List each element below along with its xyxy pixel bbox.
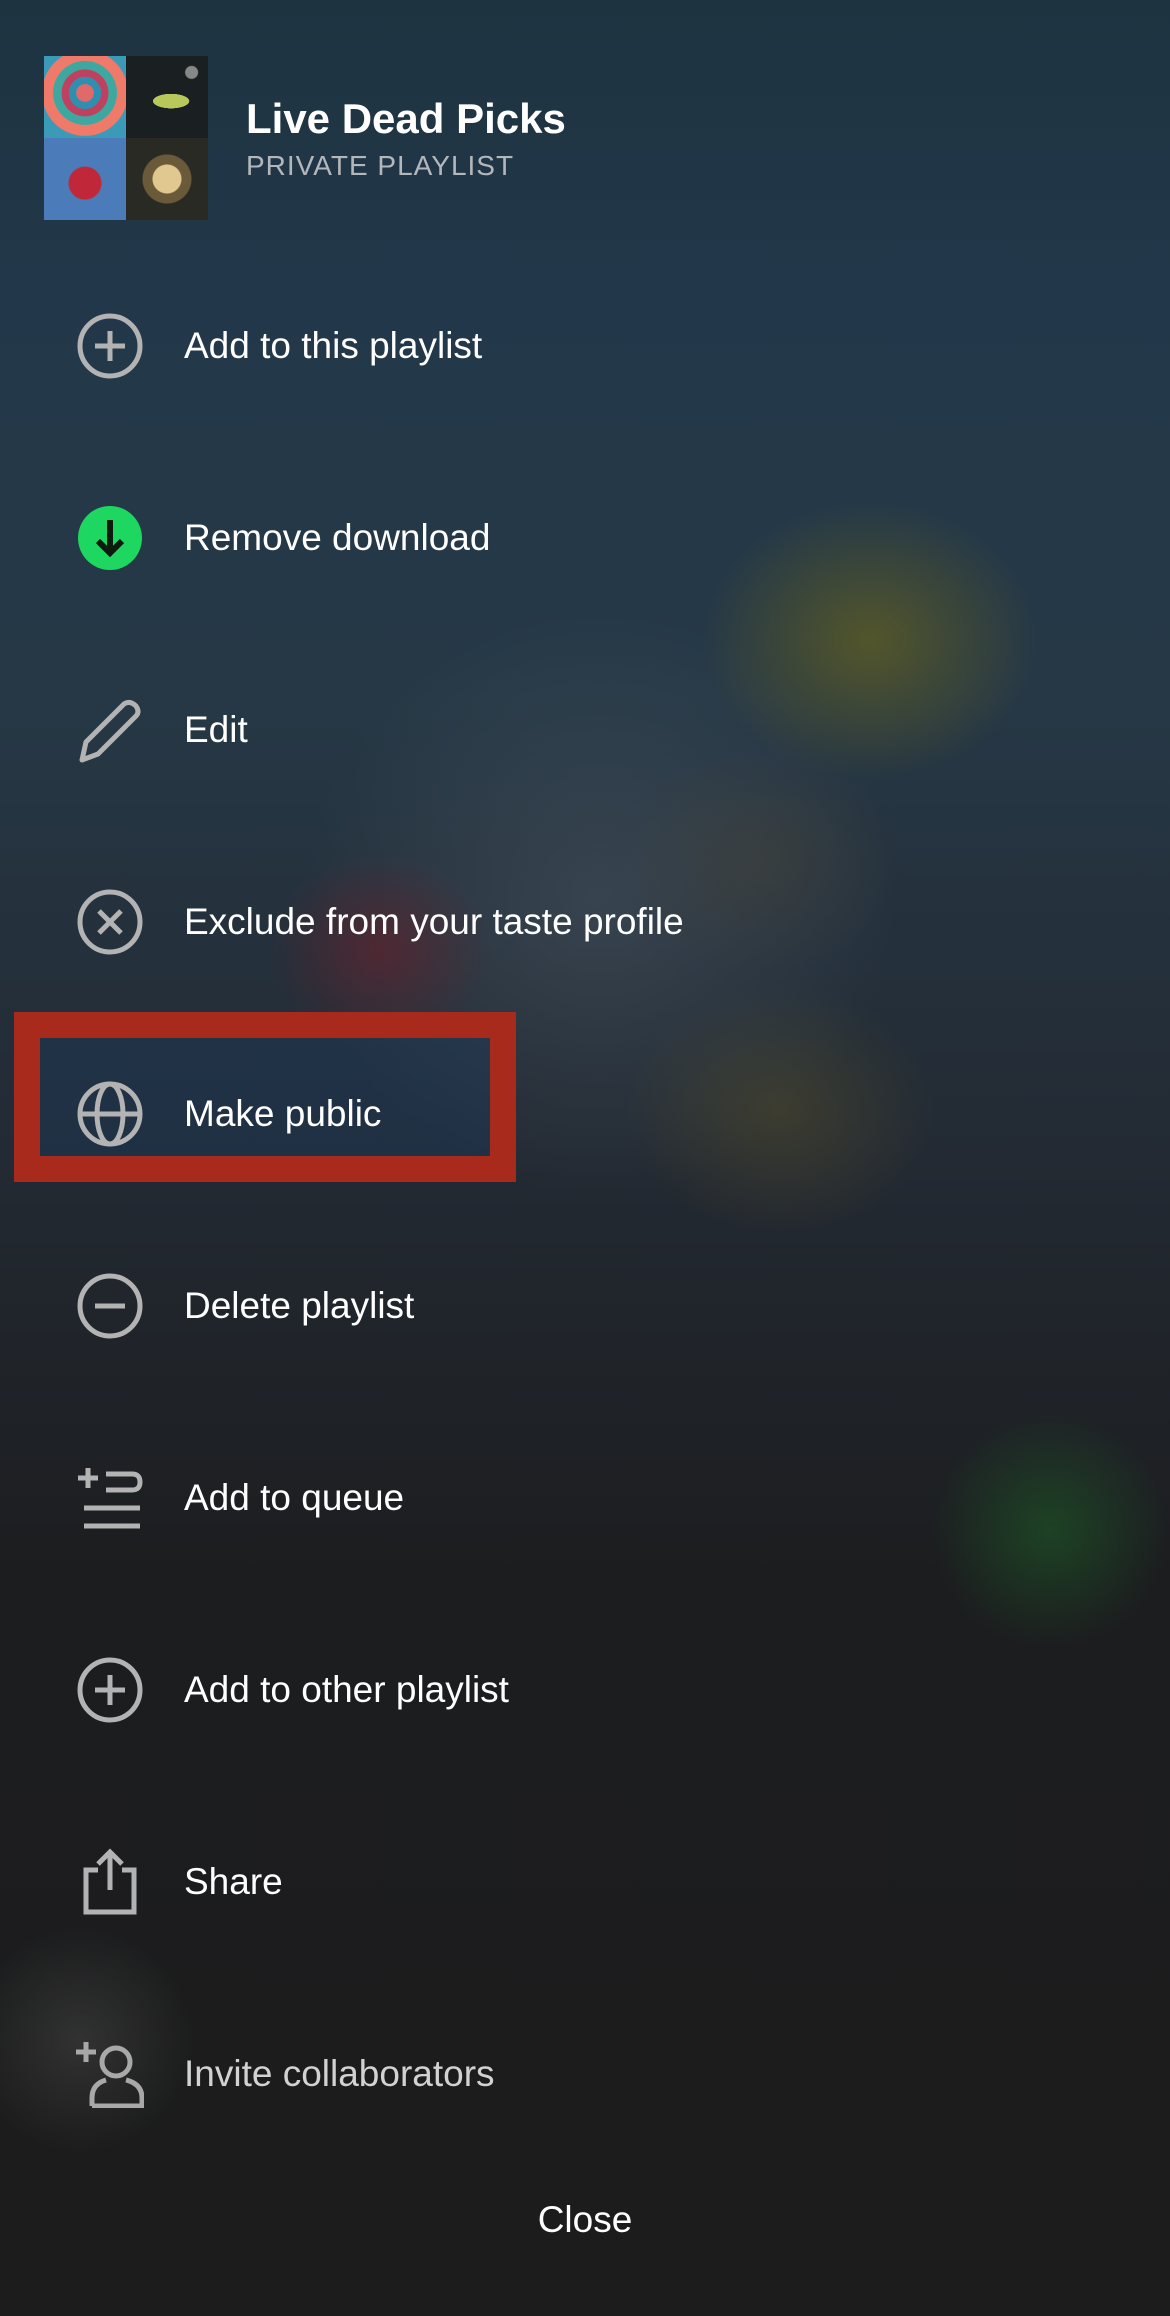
menu-item-label: Edit — [184, 709, 248, 750]
globe-icon — [77, 1081, 143, 1147]
menu-item-add-to-queue[interactable]: Add to queue — [0, 1433, 1170, 1563]
playlist-cover-art — [44, 56, 208, 220]
add-user-icon — [76, 2042, 144, 2108]
menu-item-label: Add to queue — [184, 1477, 405, 1518]
menu-item-exclude-taste-profile[interactable]: Exclude from your taste profile — [0, 857, 1170, 987]
playlist-title: Live Dead Picks — [246, 95, 566, 142]
queue-add-icon — [78, 1468, 143, 1529]
menu-item-make-public[interactable]: Make public — [0, 1049, 1170, 1179]
menu-item-label: Exclude from your taste profile — [184, 901, 684, 942]
menu-item-label: Make public — [184, 1093, 382, 1134]
menu-item-remove-download[interactable]: Remove download — [0, 473, 1170, 603]
close-button[interactable]: Close — [0, 2170, 1170, 2270]
pencil-icon — [79, 699, 141, 763]
menu-item-edit[interactable]: Edit — [0, 665, 1170, 795]
menu-item-delete-playlist[interactable]: Delete playlist — [0, 1241, 1170, 1371]
plus-circle-icon — [77, 1657, 143, 1723]
playlist-subtitle: PRIVATE PLAYLIST — [246, 150, 515, 181]
downloaded-icon — [78, 506, 142, 570]
x-circle-icon — [77, 889, 143, 955]
share-icon — [83, 1848, 137, 1915]
menu-item-label: Invite collaborators — [184, 2053, 495, 2094]
menu-item-add-to-other-playlist[interactable]: Add to other playlist — [0, 1625, 1170, 1755]
menu-item-share[interactable]: Share — [0, 1817, 1170, 1947]
menu-item-invite-collaborators[interactable]: Invite collaborators — [0, 2009, 1170, 2139]
playlist-header: Live Dead Picks PRIVATE PLAYLIST — [44, 56, 566, 220]
menu-item-label: Delete playlist — [184, 1285, 415, 1326]
menu-item-label: Remove download — [184, 517, 491, 558]
minus-circle-icon — [77, 1273, 143, 1339]
menu-item-add-to-this-playlist[interactable]: Add to this playlist — [0, 281, 1170, 411]
menu-item-label: Share — [184, 1861, 283, 1902]
menu-item-label: Add to other playlist — [184, 1669, 509, 1710]
plus-circle-icon — [77, 313, 143, 379]
menu-item-label: Add to this playlist — [184, 325, 483, 366]
